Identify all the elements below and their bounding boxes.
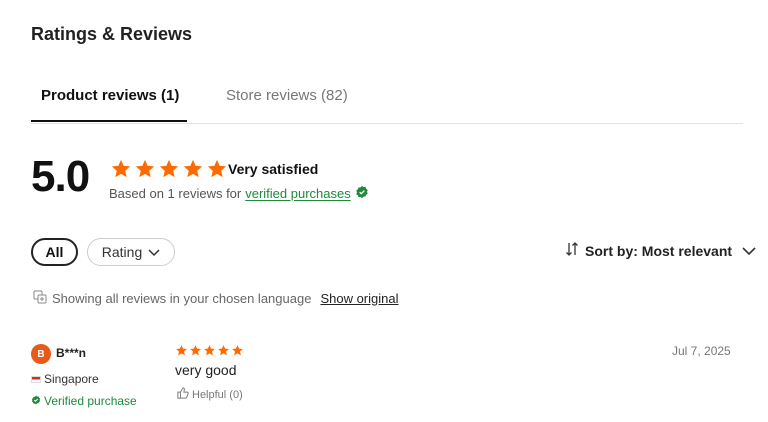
- page-title: Ratings & Reviews: [31, 24, 193, 44]
- based-on-label: Based on 1 reviews for: [109, 186, 242, 201]
- star-icon: [203, 344, 216, 362]
- review-date: Jul 7, 2025: [672, 344, 731, 358]
- star-icon: [134, 158, 156, 185]
- rating-filter-label: Rating: [101, 244, 143, 260]
- chevron-down-icon: [742, 243, 756, 259]
- flag-icon: [31, 375, 41, 383]
- based-on-text: Based on 1 reviews for verified purchase…: [109, 185, 369, 202]
- star-icon: [175, 344, 188, 362]
- star-icon: [231, 344, 244, 362]
- average-score: 5.0: [31, 152, 90, 201]
- thumbs-up-icon: [177, 387, 189, 402]
- avatar: B: [31, 344, 51, 364]
- chevron-down-icon: [148, 244, 160, 260]
- helpful-button[interactable]: Helpful (0): [177, 387, 243, 402]
- verified-badge-icon: [31, 394, 41, 408]
- star-icon: [206, 158, 228, 185]
- sort-icon: [565, 242, 579, 259]
- tab-store-reviews[interactable]: Store reviews (82): [226, 75, 348, 122]
- star-icon: [217, 344, 230, 362]
- language-notice-text: Showing all reviews in your chosen langu…: [52, 291, 312, 306]
- star-icon: [110, 158, 132, 185]
- reviewer-country: Singapore: [31, 372, 99, 386]
- star-icon: [158, 158, 180, 185]
- verified-purchase-badge: Verified purchase: [31, 394, 137, 408]
- satisfaction-label: Very satisfied: [228, 161, 319, 177]
- review-stars: [175, 344, 244, 362]
- tab-product-reviews[interactable]: Product reviews (1): [31, 75, 187, 122]
- star-icon: [189, 344, 202, 362]
- translate-icon: [33, 290, 47, 307]
- sort-label: Sort by: Most relevant: [585, 242, 733, 259]
- review-tabs: Product reviews (1) Store reviews (82): [31, 75, 743, 124]
- helpful-label: Helpful (0): [192, 388, 243, 401]
- country-label: Singapore: [44, 372, 99, 386]
- star-icon: [182, 158, 204, 185]
- reviewer-name: B***n: [56, 346, 87, 360]
- show-original-link[interactable]: Show original: [320, 291, 398, 306]
- filter-all-button[interactable]: All: [31, 238, 78, 266]
- filter-rating-dropdown[interactable]: Rating: [87, 238, 175, 266]
- verified-purchases-link[interactable]: verified purchases: [245, 186, 351, 201]
- verified-purchase-label: Verified purchase: [44, 394, 137, 408]
- review-text: very good: [175, 362, 237, 378]
- rating-stars: [110, 158, 228, 185]
- sort-dropdown[interactable]: Sort by: Most relevant: [565, 242, 756, 259]
- language-notice: Showing all reviews in your chosen langu…: [33, 290, 398, 307]
- verified-badge-icon: [355, 185, 369, 202]
